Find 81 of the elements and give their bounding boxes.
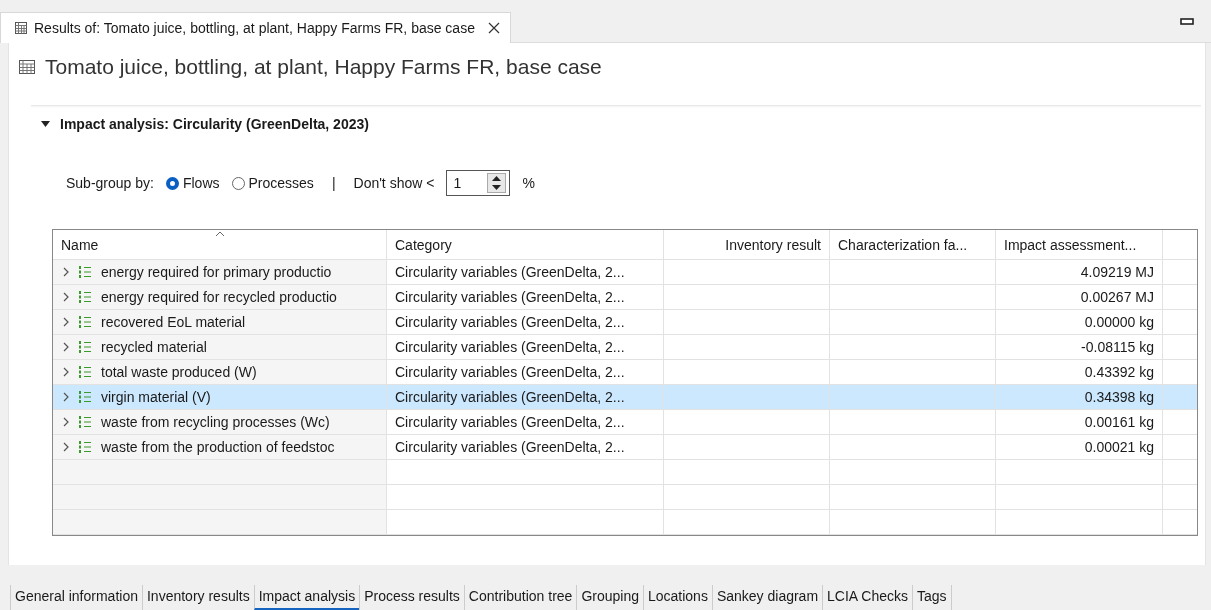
table-row[interactable]: recycled material Circularity variables (GreenDelta, 2... -0.08115 kg (53, 335, 1197, 361)
table-cell: 0.43392 kg (1084, 364, 1154, 381)
expand-icon[interactable] (63, 317, 69, 328)
bottom-tab[interactable]: LCIA Checks (822, 585, 912, 610)
bottom-tab[interactable]: Grouping (576, 585, 643, 610)
table-cell: total waste produced (W) (101, 364, 257, 381)
down-arrow-icon[interactable] (492, 185, 502, 191)
collapse-icon[interactable] (41, 121, 50, 128)
expand-icon[interactable] (63, 267, 69, 278)
list-icon (78, 390, 92, 405)
table-cell: -0.08115 kg (1081, 339, 1154, 356)
editor-tab-title: Results of: Tomato juice, bottling, at plant, Happy Farms FR, base case (34, 20, 475, 36)
list-icon (78, 440, 92, 455)
bottom-tab[interactable]: Tags (912, 585, 952, 610)
expand-icon[interactable] (63, 367, 69, 378)
table-cell: Circularity variables (GreenDelta, 2... (395, 339, 625, 356)
threshold-label: Don't show < (353, 175, 435, 192)
table-icon (15, 22, 27, 34)
list-icon (78, 265, 92, 280)
list-icon (78, 340, 92, 355)
bottom-tab[interactable]: Locations (642, 585, 712, 610)
table-cell: recycled material (101, 339, 207, 356)
table-cell: waste from recycling processes (Wc) (101, 414, 330, 431)
table-row[interactable]: energy required for recycled productio Circularity variables (GreenDelta, 2... 0.00267 MJ (53, 285, 1197, 311)
column-header[interactable]: Category (387, 230, 664, 261)
expand-icon[interactable] (63, 292, 69, 303)
table-icon (19, 60, 35, 75)
table-cell: 0.00000 kg (1084, 314, 1154, 331)
table-cell: virgin material (V) (101, 389, 211, 406)
table-cell: 0.00161 kg (1084, 414, 1154, 431)
list-icon (78, 365, 92, 380)
table-cell: 0.00021 kg (1084, 439, 1154, 456)
table-cell: Circularity variables (GreenDelta, 2... (395, 414, 625, 431)
bottom-tab[interactable]: Inventory results (141, 585, 254, 610)
expand-icon[interactable] (63, 442, 69, 453)
up-arrow-icon[interactable] (492, 176, 502, 182)
column-header[interactable]: Characterization fa... (830, 230, 996, 261)
table-cell: Circularity variables (GreenDelta, 2... (395, 264, 625, 281)
table-cell: energy required for primary productio (101, 264, 332, 281)
bottom-tab[interactable]: Process results (359, 585, 464, 610)
editor-tab[interactable]: Results of: Tomato juice, bottling, at plant, Happy Farms FR, base case (0, 11, 511, 44)
sort-icon (215, 231, 225, 238)
bottom-tab[interactable]: Contribution tree (463, 585, 577, 610)
bottom-tab[interactable]: General information (10, 585, 142, 610)
radio-button[interactable]: Flows (165, 175, 220, 192)
expand-icon[interactable] (63, 392, 69, 403)
bottom-tab[interactable]: Sankey diagram (711, 585, 823, 610)
table-cell: 4.09219 MJ (1080, 264, 1154, 281)
list-icon (78, 315, 92, 330)
table-cell: waste from the production of feedstoc (101, 439, 335, 456)
expand-icon[interactable] (63, 417, 69, 428)
table-cell: Circularity variables (GreenDelta, 2... (395, 439, 625, 456)
threshold-spinner[interactable]: 1 (446, 170, 511, 197)
separator: | (331, 175, 336, 192)
table-row[interactable]: waste from recycling processes (Wc) Circularity variables (GreenDelta, 2... 0.00161 kg (53, 410, 1197, 436)
table-cell: 0.34398 kg (1084, 389, 1154, 406)
list-icon (78, 415, 92, 430)
column-header[interactable]: Name (53, 230, 387, 261)
page-title: Tomato juice, bottling, at plant, Happy Farms FR, base case (45, 55, 602, 80)
table-cell: Circularity variables (GreenDelta, 2... (395, 314, 625, 331)
minimize-icon[interactable] (1180, 17, 1194, 25)
bottom-tab[interactable]: Impact analysis (253, 585, 360, 610)
table-cell: Circularity variables (GreenDelta, 2... (395, 389, 625, 406)
table-cell: Circularity variables (GreenDelta, 2... (395, 289, 625, 306)
table-row[interactable]: recovered EoL material Circularity variables (GreenDelta, 2... 0.00000 kg (53, 310, 1197, 336)
table-cell: energy required for recycled productio (101, 289, 337, 306)
column-header[interactable]: Impact assessment... (996, 230, 1163, 261)
expand-icon[interactable] (63, 342, 69, 353)
table-cell: Circularity variables (GreenDelta, 2... (395, 364, 625, 381)
close-icon[interactable] (487, 22, 500, 34)
table-cell: 0.00267 MJ (1080, 289, 1154, 306)
table-row[interactable]: virgin material (V) Circularity variables (GreenDelta, 2... 0.34398 kg (53, 385, 1197, 411)
unit-label: % (522, 175, 535, 192)
column-header[interactable]: Inventory result (664, 230, 830, 261)
radio-button[interactable]: Processes (231, 175, 314, 192)
subgroup-label: Sub-group by: (66, 175, 154, 192)
list-icon (78, 290, 92, 305)
table-row[interactable]: energy required for primary productio Circularity variables (GreenDelta, 2... 4.09219 MJ (53, 260, 1197, 286)
table-row[interactable]: waste from the production of feedstoc Circularity variables (GreenDelta, 2... 0.00021 kg (53, 435, 1197, 461)
section-title: Impact analysis: Circularity (GreenDelta, 2023) (60, 116, 369, 133)
table-cell: recovered EoL material (101, 314, 246, 331)
